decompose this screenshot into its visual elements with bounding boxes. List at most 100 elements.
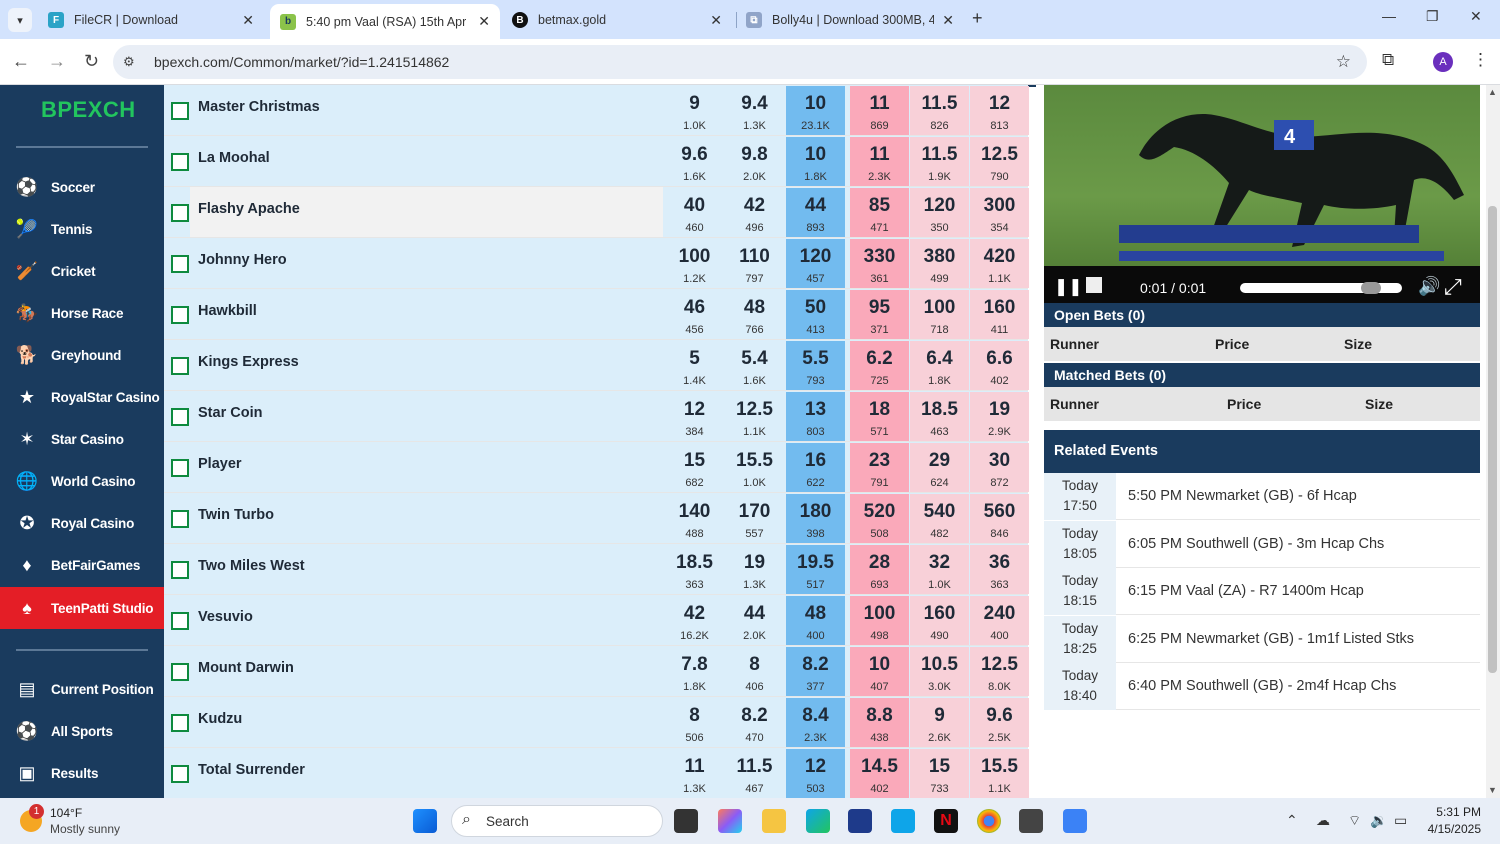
chrome-icon[interactable]	[977, 809, 1001, 833]
runner-checkbox[interactable]	[171, 561, 189, 579]
back-odds-cell[interactable]: 12.5 1.1K	[725, 392, 784, 441]
sidebar-item-cricket[interactable]: 🏏 Cricket	[0, 250, 164, 292]
back-odds-cell[interactable]: 8 406	[725, 647, 784, 696]
back-odds-cell[interactable]: 11 1.3K	[665, 749, 724, 798]
file-explorer-icon[interactable]	[762, 809, 786, 833]
photos-icon[interactable]	[1063, 809, 1087, 833]
event-name-link[interactable]: 5:50 PM Newmarket (GB) - 6f Hcap	[1128, 488, 1357, 504]
sidebar-item-betfairgames[interactable]: ♦ BetFairGames	[0, 544, 164, 586]
back-odds-cell[interactable]: 12 384	[665, 392, 724, 441]
back-odds-cell[interactable]: 9.6 1.6K	[665, 137, 724, 186]
lay-odds-cell[interactable]: 12 813	[970, 86, 1029, 135]
copilot-icon[interactable]	[718, 809, 742, 833]
lay-odds-cell[interactable]: 10.5 3.0K	[910, 647, 969, 696]
back-odds-cell[interactable]: 9 1.0K	[665, 86, 724, 135]
system-clock[interactable]: 5:31 PM 4/15/2025	[1421, 804, 1481, 838]
back-odds-cell[interactable]: 16 622	[786, 443, 845, 492]
back-odds-cell[interactable]: 48 400	[786, 596, 845, 645]
lay-odds-cell[interactable]: 160 490	[910, 596, 969, 645]
lay-odds-cell[interactable]: 12.5 790	[970, 137, 1029, 186]
sidebar-item-star-casino[interactable]: ✶ Star Casino	[0, 418, 164, 460]
fullscreen-icon[interactable]: ⤢	[1444, 274, 1462, 300]
lay-odds-cell[interactable]: 9 2.6K	[910, 698, 969, 747]
back-odds-cell[interactable]: 8.2 377	[786, 647, 845, 696]
bookmark-star-icon[interactable]: ☆	[1336, 52, 1351, 72]
runner-checkbox[interactable]	[171, 459, 189, 477]
back-odds-cell[interactable]: 100 1.2K	[665, 239, 724, 288]
lay-odds-cell[interactable]: 120 350	[910, 188, 969, 237]
address-bar[interactable]: ⚙ bpexch.com/Common/market/?id=1.2415148…	[113, 45, 1367, 79]
sidebar-item-teenpatti-studio[interactable]: ♠ TeenPatti Studio	[0, 587, 164, 629]
sidebar-item-greyhound[interactable]: 🐕 Greyhound	[0, 334, 164, 376]
tab-betmax[interactable]: B betmax.gold ✕	[502, 4, 732, 36]
lay-odds-cell[interactable]: 18 571	[850, 392, 909, 441]
back-odds-cell[interactable]: 5.4 1.6K	[725, 341, 784, 390]
app-icon[interactable]	[1019, 809, 1043, 833]
back-odds-cell[interactable]: 140 488	[665, 494, 724, 543]
matched-bets-header[interactable]: Matched Bets (0)	[1044, 363, 1480, 387]
back-odds-cell[interactable]: 42 496	[725, 188, 784, 237]
lay-odds-cell[interactable]: 11.5 1.9K	[910, 137, 969, 186]
task-view-icon[interactable]	[674, 809, 698, 833]
new-tab-plus-icon[interactable]: +	[972, 8, 983, 29]
back-odds-cell[interactable]: 8 506	[665, 698, 724, 747]
lay-odds-cell[interactable]: 15 733	[910, 749, 969, 798]
lay-odds-cell[interactable]: 28 693	[850, 545, 909, 594]
runner-checkbox[interactable]	[171, 357, 189, 375]
back-odds-cell[interactable]: 12 503	[786, 749, 845, 798]
sidebar-item-all-sports[interactable]: ⚽ All Sports	[0, 710, 164, 752]
back-odds-cell[interactable]: 9.8 2.0K	[725, 137, 784, 186]
back-odds-cell[interactable]: 46 456	[665, 290, 724, 339]
lay-odds-cell[interactable]: 100 718	[910, 290, 969, 339]
tab-bolly4u[interactable]: ⧉ Bolly4u | Download 300MB, 480 ✕	[736, 4, 964, 36]
back-odds-cell[interactable]: 10 23.1K	[786, 86, 845, 135]
live-video[interactable]: 4	[1044, 85, 1480, 271]
back-odds-cell[interactable]: 44 893	[786, 188, 845, 237]
video-seek-knob[interactable]	[1361, 282, 1382, 294]
back-odds-cell[interactable]: 170 557	[725, 494, 784, 543]
back-odds-cell[interactable]: 8.2 470	[725, 698, 784, 747]
onedrive-icon[interactable]: ☁	[1316, 812, 1330, 829]
lay-odds-cell[interactable]: 19 2.9K	[970, 392, 1029, 441]
back-odds-cell[interactable]: 44 2.0K	[725, 596, 784, 645]
sidebar-item-world-casino[interactable]: 🌐 World Casino	[0, 460, 164, 502]
lay-odds-cell[interactable]: 520 508	[850, 494, 909, 543]
store-icon[interactable]	[848, 809, 872, 833]
lay-odds-cell[interactable]: 8.8 438	[850, 698, 909, 747]
back-odds-cell[interactable]: 7.8 1.8K	[665, 647, 724, 696]
close-icon[interactable]: ✕	[478, 13, 490, 30]
lay-odds-cell[interactable]: 18.5 463	[910, 392, 969, 441]
lay-odds-cell[interactable]: 85 471	[850, 188, 909, 237]
related-event-row[interactable]: Today 18:25 6:25 PM Newmarket (GB) - 1m1f…	[1044, 616, 1480, 663]
speaker-icon[interactable]: 🔉	[1370, 812, 1387, 829]
lay-odds-cell[interactable]: 29 624	[910, 443, 969, 492]
back-odds-cell[interactable]: 9.4 1.3K	[725, 86, 784, 135]
netflix-icon[interactable]: N	[934, 809, 958, 833]
stop-icon[interactable]	[1086, 277, 1102, 293]
sidebar-item-royal-casino[interactable]: ✪ Royal Casino	[0, 502, 164, 544]
close-icon[interactable]: ✕	[242, 12, 254, 29]
runner-checkbox[interactable]	[171, 255, 189, 273]
lay-odds-cell[interactable]: 160 411	[970, 290, 1029, 339]
lay-odds-cell[interactable]: 300 354	[970, 188, 1029, 237]
profile-avatar[interactable]: A	[1433, 52, 1453, 72]
runner-checkbox[interactable]	[171, 306, 189, 324]
close-icon[interactable]: ✕	[942, 12, 954, 29]
back-odds-cell[interactable]: 5 1.4K	[665, 341, 724, 390]
related-event-row[interactable]: Today 17:50 5:50 PM Newmarket (GB) - 6f H…	[1044, 473, 1480, 520]
lay-odds-cell[interactable]: 6.4 1.8K	[910, 341, 969, 390]
back-odds-cell[interactable]: 120 457	[786, 239, 845, 288]
chrome-menu-icon[interactable]: ⋮	[1472, 50, 1489, 70]
lay-odds-cell[interactable]: 30 872	[970, 443, 1029, 492]
back-odds-cell[interactable]: 18.5 363	[665, 545, 724, 594]
back-odds-cell[interactable]: 180 398	[786, 494, 845, 543]
back-odds-cell[interactable]: 42 16.2K	[665, 596, 724, 645]
scroll-down-icon[interactable]: ▼	[1488, 785, 1497, 795]
vscode-icon[interactable]	[891, 809, 915, 833]
lay-odds-cell[interactable]: 420 1.1K	[970, 239, 1029, 288]
runner-checkbox[interactable]	[171, 612, 189, 630]
runner-checkbox[interactable]	[171, 663, 189, 681]
back-odds-cell[interactable]: 15 682	[665, 443, 724, 492]
sidebar-item-royalstar-casino[interactable]: ★ RoyalStar Casino	[0, 376, 164, 418]
back-odds-cell[interactable]: 10 1.8K	[786, 137, 845, 186]
